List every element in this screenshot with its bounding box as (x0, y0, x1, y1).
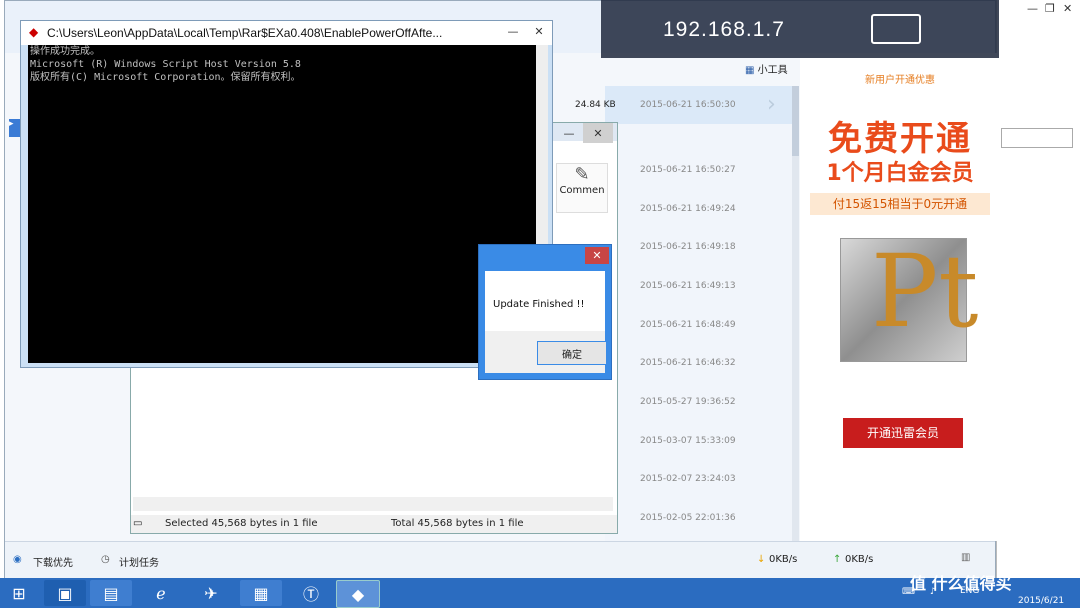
total-info: Total 45,568 bytes in 1 file (391, 518, 524, 529)
close-icon[interactable]: ✕ (527, 21, 551, 41)
tools-icon: ▦ (745, 65, 755, 76)
ip-address: 192.168.1.7 (663, 18, 785, 41)
script-icon: ◆ (29, 25, 39, 39)
list-item[interactable]: 2015-06-21 16:48:49 (605, 306, 795, 344)
console-title: C:\Users\Leon\AppData\Local\Temp\Rar$EXa… (47, 26, 443, 40)
horizontal-scrollbar[interactable] (133, 497, 613, 511)
ad-offer: 付15返15相当于0元开通 (810, 193, 990, 215)
dialog-message: Update Finished !! (493, 299, 585, 310)
list-item[interactable]: 2015-06-21 16:50:27 (605, 151, 795, 189)
pen-icon: ✎ (574, 164, 590, 185)
minimize-icon[interactable]: — (557, 123, 581, 143)
maxthon-icon[interactable]: ▣ (44, 580, 86, 606)
download-arrow-icon: ↓ (757, 554, 766, 565)
watermark: 值 什么值得买 (910, 574, 1012, 593)
toolbar-tools[interactable]: ▦ 小工具 (745, 61, 788, 76)
remote-ip-overlay: 192.168.1.7 (601, 0, 999, 58)
panel-toggle-icon[interactable]: ▥ (961, 552, 970, 563)
minimize-icon[interactable]: — (501, 21, 525, 41)
open-vip-button[interactable]: 开通迅雷会员 (843, 418, 963, 448)
list-item[interactable]: 2015-06-21 16:46:32 (605, 344, 795, 382)
console-titlebar: ◆ C:\Users\Leon\AppData\Local\Temp\Rar$E… (21, 21, 552, 45)
folder-icon[interactable]: ▤ (90, 580, 132, 606)
restore-icon[interactable]: ❐ (1045, 2, 1055, 15)
list-item[interactable]: 2015-06-21 16:49:18 (605, 228, 795, 266)
list-scrollbar[interactable] (792, 86, 799, 541)
taskbar: ⊞ ▣ ▤ ℯ ✈ ▦ Ⓣ ◆ ⌨ ♪ ENG 值 什么值得买 2015/6/2… (0, 574, 1080, 608)
selected-info: Selected 45,568 bytes in 1 file (165, 518, 318, 529)
console-window: ◆ C:\Users\Leon\AppData\Local\Temp\Rar$E… (20, 20, 553, 368)
list-item[interactable]: 2015-03-07 15:33:09 (605, 422, 795, 460)
scheduled-task-dropdown[interactable]: 计划任务 (119, 554, 159, 569)
upload-arrow-icon: ↑ (833, 554, 842, 565)
thunder-statusbar: ◉ 下载优先 ◷ 计划任务 ↓ 0KB/s ↑ 0KB/s ▥ (5, 541, 995, 578)
list-item[interactable]: 24.84 KB 2015-06-21 16:50:30 › (575, 86, 795, 124)
app-t-icon[interactable]: Ⓣ (290, 580, 332, 606)
date[interactable]: 2015/6/21 (1018, 596, 1064, 606)
thunder-icon[interactable]: ✈ (190, 580, 232, 606)
list-item[interactable]: 2015-06-21 16:49:13 (605, 267, 795, 305)
minimize-icon[interactable]: — (1027, 2, 1038, 15)
dialog-client: Update Finished !! 确定 (485, 271, 607, 373)
system-tray: ⌨ ♪ ENG 值 什么值得买 2015/6/21 (890, 574, 1080, 608)
close-icon[interactable]: ✕ (583, 123, 613, 143)
message-dialog: ✕ Update Finished !! 确定 (478, 244, 612, 380)
speed-mode-icon: ◉ (13, 554, 22, 565)
list-item[interactable]: 2015-05-27 19:36:52 (605, 383, 795, 421)
file-size: 24.84 KB (575, 100, 616, 110)
list-item[interactable]: 2015-06-21 16:49:24 (605, 190, 795, 228)
ad-header: 新用户开通优惠 (865, 75, 935, 86)
list-item[interactable]: 2015-02-05 22:01:36 (605, 499, 795, 537)
task-list: 24.84 KB 2015-06-21 16:50:30 › 2015-06-2… (575, 86, 795, 541)
start-windows-icon[interactable]: ⊞ (0, 580, 38, 606)
close-icon[interactable]: ✕ (585, 247, 609, 264)
comment-button[interactable]: ✎ Commen (556, 163, 608, 213)
close-icon[interactable]: ✕ (1063, 2, 1072, 15)
download-priority-dropdown[interactable]: 下载优先 (33, 554, 73, 569)
ad-subtitle: 1个月白金会员 (826, 161, 974, 186)
winrar-icon[interactable]: ▦ (240, 580, 282, 606)
drive-icon: ▭ (133, 518, 143, 529)
background-window: — ❐ ✕ (996, 0, 1080, 578)
ok-button[interactable]: 确定 (537, 341, 607, 365)
platinum-logo-icon: Pt (840, 233, 978, 362)
keyboard-icon[interactable] (871, 14, 921, 44)
console-output: 操作成功完成。 Microsoft (R) Windows Script Hos… (28, 45, 539, 363)
list-item[interactable]: 2015-02-07 23:24:03 (605, 460, 795, 498)
ie-icon[interactable]: ℯ (140, 580, 182, 606)
vip-ad-panel[interactable]: 新用户开通优惠 免费开通 1个月白金会员 付15返15相当于0元开通 Pt 开通… (800, 53, 1000, 541)
tools-label: 小工具 (757, 65, 788, 76)
download-speed: 0KB/s (769, 554, 798, 565)
upload-speed: 0KB/s (845, 554, 874, 565)
chevron-right-icon[interactable]: › (767, 92, 776, 117)
script-host-icon[interactable]: ◆ (336, 580, 380, 608)
clock-icon: ◷ (101, 554, 110, 565)
search-input[interactable] (1001, 128, 1073, 148)
dialog-footer: 确定 (485, 331, 607, 373)
winrar-statusbar: ▭ Selected 45,568 bytes in 1 file Total … (131, 515, 617, 533)
ad-title: 免费开通 (828, 119, 972, 159)
